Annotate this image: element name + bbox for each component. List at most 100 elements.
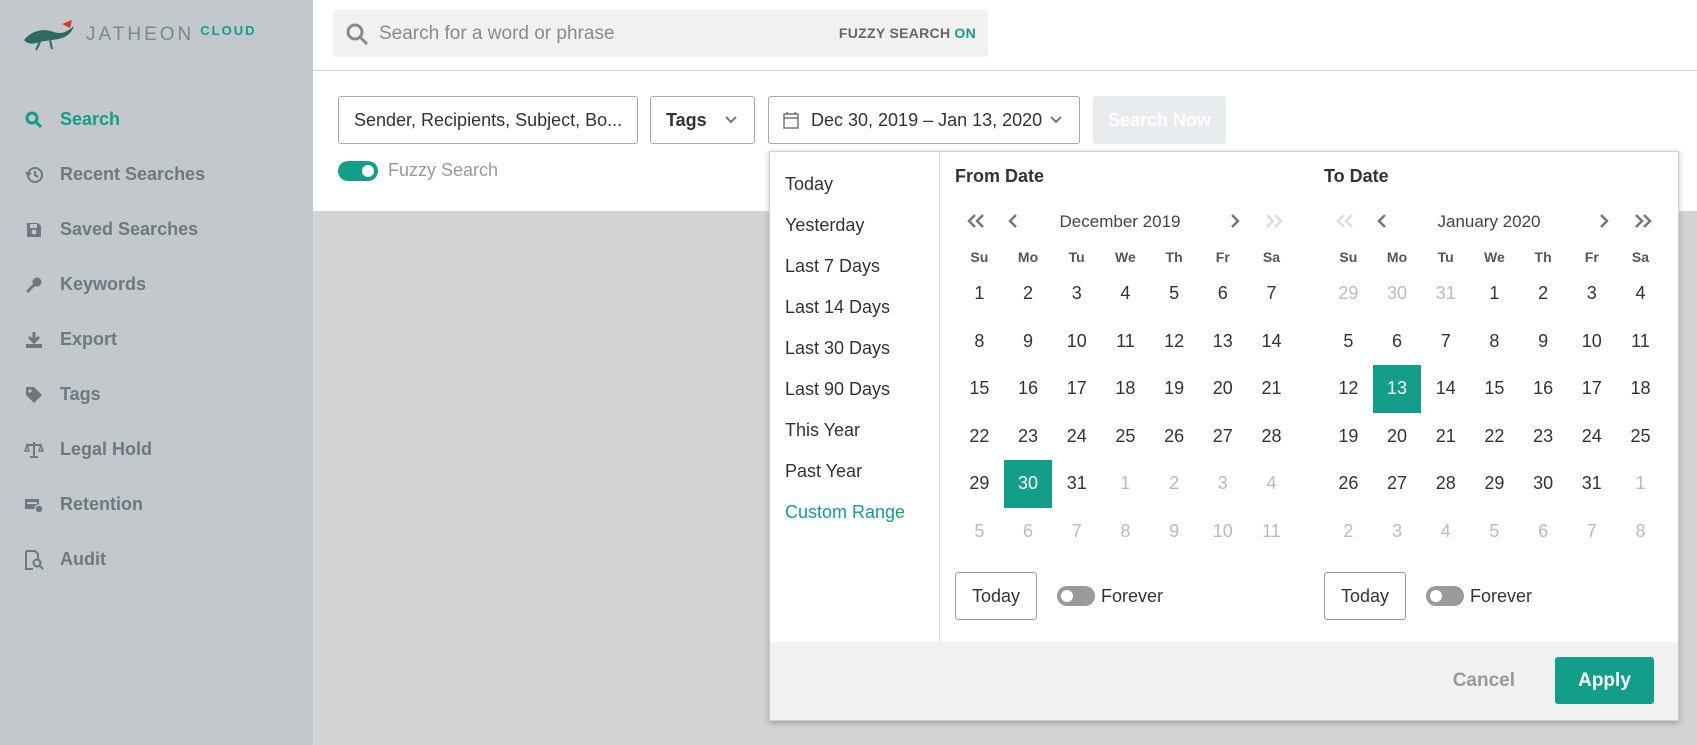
fuzzy-search-indicator[interactable]: FUZZY SEARCH ON [839, 25, 976, 41]
sidebar-item-retention[interactable]: Retention [0, 477, 313, 532]
sidebar-item-export[interactable]: Export [0, 312, 313, 367]
from-forever-toggle[interactable] [1057, 586, 1095, 606]
day-cell[interactable]: 6 [1519, 508, 1568, 556]
next-month-icon[interactable] [1598, 212, 1610, 230]
day-cell[interactable]: 26 [1324, 460, 1373, 508]
day-cell[interactable]: 17 [1052, 365, 1101, 413]
range-yesterday[interactable]: Yesterday [770, 205, 939, 246]
day-cell[interactable]: 21 [1247, 365, 1296, 413]
day-cell[interactable]: 15 [955, 365, 1004, 413]
day-cell[interactable]: 28 [1421, 460, 1470, 508]
date-range-picker[interactable]: Dec 30, 2019 – Jan 13, 2020 [768, 96, 1080, 144]
to-forever-toggle[interactable] [1426, 586, 1464, 606]
day-cell[interactable]: 4 [1101, 270, 1150, 318]
day-cell[interactable]: 30 [1373, 270, 1422, 318]
day-cell[interactable]: 29 [955, 460, 1004, 508]
search-input[interactable] [379, 22, 839, 45]
day-cell[interactable]: 20 [1373, 413, 1422, 461]
day-cell[interactable]: 2 [1004, 270, 1053, 318]
day-cell[interactable]: 5 [1324, 318, 1373, 366]
day-cell[interactable]: 20 [1198, 365, 1247, 413]
search-now-button[interactable]: Search Now [1093, 96, 1226, 144]
day-cell[interactable]: 22 [1470, 413, 1519, 461]
day-cell[interactable]: 5 [955, 508, 1004, 556]
day-cell[interactable]: 5 [1150, 270, 1199, 318]
day-cell[interactable]: 29 [1470, 460, 1519, 508]
day-cell[interactable]: 7 [1247, 270, 1296, 318]
day-cell[interactable]: 11 [1101, 318, 1150, 366]
day-cell[interactable]: 31 [1567, 460, 1616, 508]
day-cell[interactable]: 3 [1567, 270, 1616, 318]
day-cell[interactable]: 3 [1198, 460, 1247, 508]
day-cell[interactable]: 16 [1004, 365, 1053, 413]
day-cell[interactable]: 25 [1616, 413, 1665, 461]
day-cell[interactable]: 10 [1198, 508, 1247, 556]
day-cell[interactable]: 4 [1247, 460, 1296, 508]
to-today-button[interactable]: Today [1324, 572, 1406, 620]
day-cell[interactable]: 12 [1324, 365, 1373, 413]
range-today[interactable]: Today [770, 164, 939, 205]
range-custom[interactable]: Custom Range [770, 492, 939, 533]
range-last-90-days[interactable]: Last 90 Days [770, 369, 939, 410]
day-cell[interactable]: 31 [1052, 460, 1101, 508]
day-cell[interactable]: 11 [1247, 508, 1296, 556]
range-last-7-days[interactable]: Last 7 Days [770, 246, 939, 287]
day-cell[interactable]: 1 [1616, 460, 1665, 508]
day-cell[interactable]: 18 [1616, 365, 1665, 413]
search-box[interactable]: FUZZY SEARCHON [333, 10, 988, 57]
apply-button[interactable]: Apply [1555, 657, 1654, 704]
day-cell[interactable]: 12 [1150, 318, 1199, 366]
sidebar-item-tags[interactable]: Tags [0, 367, 313, 422]
day-cell[interactable]: 8 [1101, 508, 1150, 556]
day-cell[interactable]: 4 [1421, 508, 1470, 556]
sidebar-item-keywords[interactable]: Keywords [0, 257, 313, 312]
day-cell[interactable]: 29 [1324, 270, 1373, 318]
day-cell[interactable]: 2 [1324, 508, 1373, 556]
day-cell[interactable]: 9 [1150, 508, 1199, 556]
range-last-14-days[interactable]: Last 14 Days [770, 287, 939, 328]
day-cell-selected[interactable]: 13 [1372, 365, 1422, 413]
next-year-icon[interactable] [1632, 212, 1654, 230]
day-cell[interactable]: 19 [1150, 365, 1199, 413]
day-cell[interactable]: 6 [1373, 318, 1422, 366]
day-cell[interactable]: 7 [1421, 318, 1470, 366]
day-cell[interactable]: 13 [1198, 318, 1247, 366]
day-cell[interactable]: 7 [1052, 508, 1101, 556]
day-cell[interactable]: 18 [1101, 365, 1150, 413]
day-cell[interactable]: 31 [1421, 270, 1470, 318]
day-cell[interactable]: 7 [1567, 508, 1616, 556]
day-cell[interactable]: 21 [1421, 413, 1470, 461]
from-today-button[interactable]: Today [955, 572, 1037, 620]
day-cell[interactable]: 1 [955, 270, 1004, 318]
tags-dropdown[interactable]: Tags [650, 96, 755, 144]
day-cell[interactable]: 23 [1004, 413, 1053, 461]
sidebar-item-recent-searches[interactable]: Recent Searches [0, 147, 313, 202]
day-cell[interactable]: 19 [1324, 413, 1373, 461]
day-cell-selected[interactable]: 30 [1003, 460, 1053, 508]
day-cell[interactable]: 3 [1373, 508, 1422, 556]
day-cell[interactable]: 30 [1519, 460, 1568, 508]
sidebar-item-search[interactable]: Search [0, 92, 313, 147]
day-cell[interactable]: 6 [1004, 508, 1053, 556]
day-cell[interactable]: 8 [955, 318, 1004, 366]
day-cell[interactable]: 27 [1373, 460, 1422, 508]
day-cell[interactable]: 1 [1101, 460, 1150, 508]
day-cell[interactable]: 9 [1519, 318, 1568, 366]
jatheon-logo[interactable]: JATHEON CLOUD [22, 18, 256, 52]
day-cell[interactable]: 28 [1247, 413, 1296, 461]
range-past-year[interactable]: Past Year [770, 451, 939, 492]
day-cell[interactable]: 14 [1421, 365, 1470, 413]
range-this-year[interactable]: This Year [770, 410, 939, 451]
day-cell[interactable]: 9 [1004, 318, 1053, 366]
day-cell[interactable]: 11 [1616, 318, 1665, 366]
day-cell[interactable]: 25 [1101, 413, 1150, 461]
day-cell[interactable]: 10 [1567, 318, 1616, 366]
day-cell[interactable]: 1 [1470, 270, 1519, 318]
day-cell[interactable]: 17 [1567, 365, 1616, 413]
sidebar-item-legal-hold[interactable]: Legal Hold [0, 422, 313, 477]
sidebar-item-audit[interactable]: Audit [0, 532, 313, 587]
sidebar-item-saved-searches[interactable]: Saved Searches [0, 202, 313, 257]
next-month-icon[interactable] [1229, 212, 1241, 230]
day-cell[interactable]: 6 [1198, 270, 1247, 318]
cancel-button[interactable]: Cancel [1453, 670, 1515, 692]
